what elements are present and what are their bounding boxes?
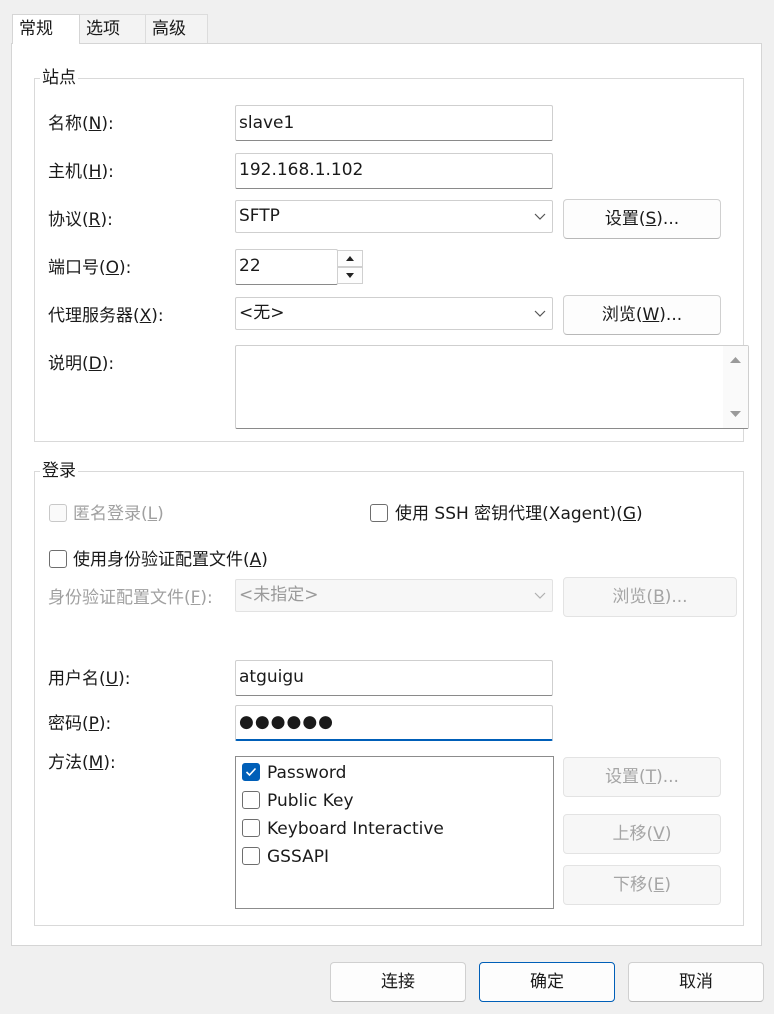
proxy-select[interactable]: <无> xyxy=(235,297,553,330)
description-textarea[interactable] xyxy=(235,345,749,429)
anonymous-login-checkbox[interactable] xyxy=(49,504,67,522)
protocol-label: 协议(R): xyxy=(48,210,113,230)
port-label: 端口号(O): xyxy=(48,258,132,278)
use-auth-profile-label: 使用身份验证配置文件(A) xyxy=(73,550,268,570)
username-label: 用户名(U): xyxy=(48,669,131,689)
auth-method-list[interactable]: Password Public Key Keyboard Interactive… xyxy=(235,756,554,909)
anonymous-login-label: 匿名登录(L) xyxy=(73,504,164,524)
description-scrollbar[interactable] xyxy=(723,346,748,428)
login-group-title: 登录 xyxy=(40,461,78,481)
site-group-title: 站点 xyxy=(40,68,78,88)
port-spin-up[interactable] xyxy=(337,250,363,267)
host-input[interactable]: 192.168.1.102 xyxy=(235,153,553,189)
method-public-key-checkbox[interactable] xyxy=(242,791,260,809)
method-keyboard-interactive-label: Keyboard Interactive xyxy=(267,819,444,839)
auth-profile-browse-button[interactable]: 浏览(B)... xyxy=(563,577,737,617)
cancel-button[interactable]: 取消 xyxy=(628,962,764,1002)
ssh-agent-checkbox[interactable] xyxy=(370,504,388,522)
use-auth-profile-checkbox[interactable] xyxy=(49,550,67,568)
ok-button[interactable]: 确定 xyxy=(479,962,615,1002)
scroll-down-icon xyxy=(730,411,741,417)
protocol-select[interactable]: SFTP xyxy=(235,200,553,233)
chevron-down-icon xyxy=(534,310,546,317)
chevron-down-icon xyxy=(534,213,546,220)
auth-profile-select[interactable]: <未指定> xyxy=(235,579,553,612)
ssh-agent-label: 使用 SSH 密钥代理(Xagent)(G) xyxy=(395,504,643,524)
method-label: 方法(M): xyxy=(48,753,116,773)
port-input[interactable]: 22 xyxy=(235,249,338,285)
move-up-button[interactable]: 上移(V) xyxy=(563,814,721,854)
method-gssapi-checkbox[interactable] xyxy=(242,847,260,865)
triangle-up-icon xyxy=(346,256,354,261)
checkmark-icon xyxy=(245,767,257,777)
protocol-settings-button[interactable]: 设置(S)... xyxy=(563,199,721,239)
auth-profile-label: 身份验证配置文件(F): xyxy=(48,588,213,608)
move-down-button[interactable]: 下移(E) xyxy=(563,865,721,905)
password-label: 密码(P): xyxy=(48,714,112,734)
scroll-up-icon xyxy=(730,357,741,363)
name-label: 名称(N): xyxy=(48,114,114,134)
proxy-browse-button[interactable]: 浏览(W)... xyxy=(563,295,721,335)
description-label: 说明(D): xyxy=(48,354,115,374)
method-keyboard-interactive-checkbox[interactable] xyxy=(242,819,260,837)
connect-button[interactable]: 连接 xyxy=(330,962,466,1002)
triangle-down-icon xyxy=(346,273,354,278)
method-gssapi-label: GSSAPI xyxy=(267,847,329,867)
method-password-checkbox[interactable] xyxy=(242,763,260,781)
password-input[interactable]: ●●●●●● xyxy=(235,705,553,741)
username-input[interactable]: atguigu xyxy=(235,660,553,696)
proxy-label: 代理服务器(X): xyxy=(48,306,164,326)
method-settings-button[interactable]: 设置(T)... xyxy=(563,757,721,797)
port-spin-down[interactable] xyxy=(337,267,363,284)
method-password-label: Password xyxy=(267,763,347,783)
host-label: 主机(H): xyxy=(48,162,114,182)
chevron-down-icon xyxy=(534,592,546,599)
name-input[interactable]: slave1 xyxy=(235,105,553,141)
method-public-key-label: Public Key xyxy=(267,791,354,811)
